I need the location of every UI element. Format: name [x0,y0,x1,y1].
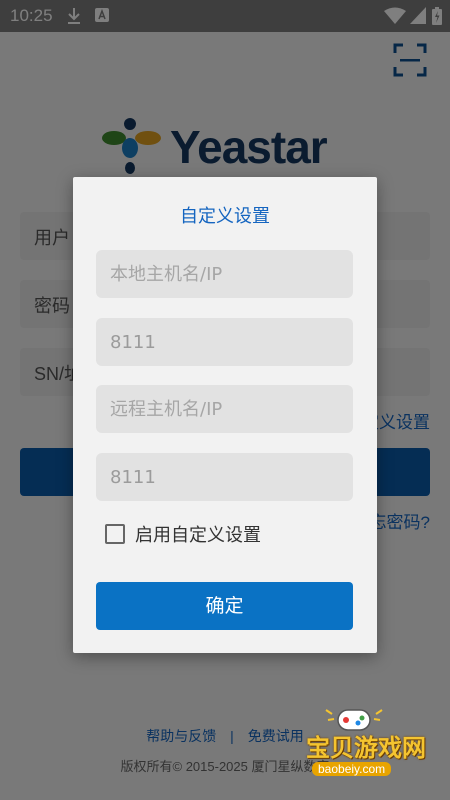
enable-custom-settings-label[interactable]: 启用自定义设置 [135,521,261,547]
remote-host-input[interactable] [96,385,353,433]
watermark-title: 宝贝游戏网 [306,734,426,762]
custom-settings-dialog: 自定义设置 启用自定义设置 确定 [73,177,377,653]
watermark: 宝贝游戏网 baobeiy.com [288,706,428,778]
confirm-button[interactable]: 确定 [96,582,353,630]
enable-custom-settings-checkbox[interactable] [105,524,125,544]
watermark-url: baobeiy.com [312,762,392,776]
local-host-input[interactable] [96,250,353,298]
remote-port-input[interactable] [96,453,353,501]
dialog-title: 自定义设置 [180,206,270,227]
local-port-input[interactable] [96,318,353,366]
enable-custom-settings-row[interactable]: 启用自定义设置 [105,522,261,546]
